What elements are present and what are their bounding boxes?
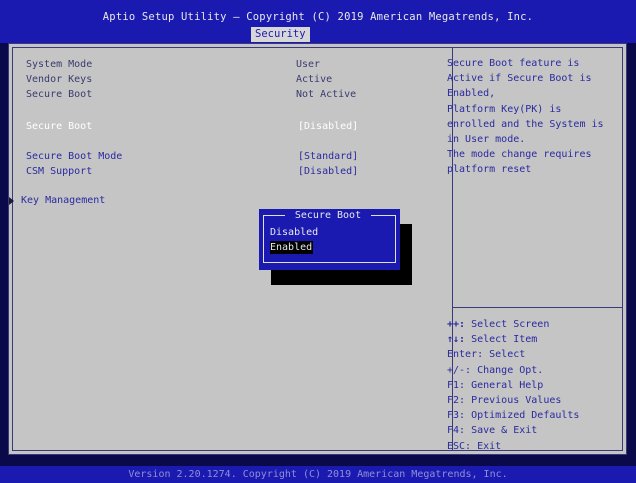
key-help-item: ↑↓: Select Item (447, 334, 538, 346)
value-secure-boot-status: Not Active (296, 89, 357, 100)
help-line: platform reset (447, 164, 532, 176)
help-line: Active if Secure Boot is (447, 73, 592, 85)
help-line: Enabled, (447, 88, 496, 100)
key-help-item: F2: Previous Values (447, 395, 562, 407)
main-panel: System Mode User Vendor Keys Active Secu… (8, 43, 627, 455)
help-divider (453, 307, 622, 308)
label-system-mode: System Mode (26, 59, 93, 70)
key-help-item: ESC: Exit (447, 440, 502, 452)
setting-secure-boot-mode-label[interactable]: Secure Boot Mode (26, 151, 122, 163)
submenu-key-management[interactable]: Key Management (21, 195, 105, 207)
value-vendor-keys: Active (296, 74, 333, 85)
key-help-item: Enter: Select (447, 349, 526, 361)
setting-secure-boot-label[interactable]: Secure Boot (26, 121, 92, 133)
setting-csm-support-value[interactable]: [Disabled] (298, 166, 358, 178)
dialog-option-disabled[interactable]: Disabled (270, 226, 318, 239)
help-line: enrolled and the System is (447, 118, 604, 130)
key-help-list: ++: Select Screen ↑↓: Select Item Enter:… (447, 317, 579, 454)
footer-text: Version 2.20.1274. Copyright (C) 2019 Am… (128, 469, 508, 480)
help-text: Secure Boot feature is Active if Secure … (447, 56, 604, 178)
dialog-frame (263, 215, 396, 263)
tab-security[interactable]: Security (251, 27, 310, 42)
key-help-item: F4: Save & Exit (447, 425, 538, 437)
dialog-title: Secure Boot (294, 210, 362, 221)
key-help-item: +/-: Change Opt. (447, 364, 544, 376)
header-bar: Aptio Setup Utility – Copyright (C) 2019… (0, 0, 636, 43)
setting-secure-boot-value[interactable]: [Disabled] (298, 121, 358, 133)
help-line: in User mode. (447, 134, 526, 146)
app-title: Aptio Setup Utility – Copyright (C) 2019… (102, 11, 534, 23)
help-line: Secure Boot feature is (447, 58, 580, 69)
value-system-mode: User (296, 59, 321, 70)
help-line: Platform Key(PK) is (447, 103, 562, 115)
setting-secure-boot-mode-value[interactable]: [Standard] (298, 151, 358, 163)
secure-boot-dialog: Secure Boot Disabled Enabled (259, 209, 400, 270)
setting-csm-support-label[interactable]: CSM Support (26, 166, 92, 178)
key-help-item: F1: General Help (447, 379, 544, 391)
key-help-item: F3: Optimized Defaults (447, 410, 580, 422)
dialog-option-enabled[interactable]: Enabled (270, 241, 314, 254)
help-line: The mode change requires (447, 149, 592, 161)
submenu-arrow-icon (9, 197, 14, 205)
footer-bar: Version 2.20.1274. Copyright (C) 2019 Am… (0, 466, 636, 483)
key-help-item: ++: Select Screen (447, 319, 550, 330)
label-vendor-keys: Vendor Keys (26, 74, 93, 85)
label-secure-boot-status: Secure Boot (26, 89, 93, 100)
